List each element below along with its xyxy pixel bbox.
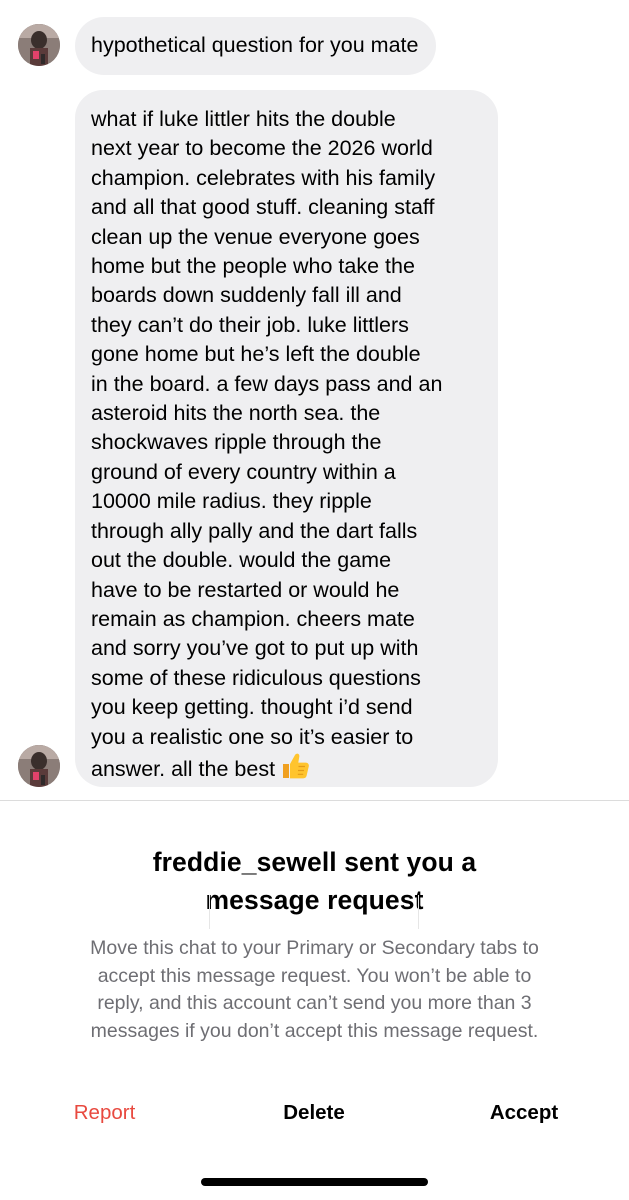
request-description: Move this chat to your Primary or Second… [40,935,589,1045]
message-bubble[interactable]: what if luke littler hits the double nex… [75,90,498,787]
message-line-text: answer. all the best [91,756,276,781]
message-line: shockwaves ripple through the [91,430,382,455]
home-indicator[interactable] [201,1178,428,1186]
message-line: next year to become the 2026 world [91,136,433,161]
message-request-panel: freddie_sewell sent you a message reques… [0,801,629,1200]
message-line: and sorry you’ve got to put up with [91,636,419,661]
message-line: they can’t do their job. luke littlers [91,312,409,337]
message-line: and all that good stuff. cleaning staff [91,195,435,220]
profile-photo-icon [18,745,60,787]
message-line: you keep getting. thought i’d send [91,695,413,720]
action-separator [418,895,419,929]
accept-button[interactable]: Accept [419,1091,629,1135]
message-line: 10000 mile radius. they ripple [91,489,372,514]
request-title: freddie_sewell sent you a message reques… [0,843,629,919]
profile-photo-icon [18,24,60,66]
message-line: home but the people who take the [91,254,415,279]
thumbs-up-icon [280,752,310,788]
message-line: have to be restarted or would he [91,577,400,602]
message-text: hypothetical question for you mate [91,33,419,57]
message-line: asteroid hits the north sea. the [91,401,381,426]
request-description-line: accept this message request. You won’t b… [97,964,532,987]
message-line: ground of every country within a [91,459,396,484]
sender-avatar[interactable] [18,24,60,66]
message-line: you a realistic one so it’s easier to [91,724,414,749]
report-button[interactable]: Report [0,1091,209,1135]
message-line: through ally pally and the dart falls [91,518,418,543]
message-line: in the board. a few days pass and an [91,371,443,396]
message-bubble[interactable]: hypothetical question for you mate [75,17,437,75]
message-line: clean up the venue everyone goes [91,224,420,249]
message-line: boards down suddenly fall ill and [91,283,402,308]
message-line: what if luke littler hits the double [91,107,396,131]
request-actions: Report Delete Accept [0,1091,629,1135]
request-description-line: messages if you don’t accept this messag… [90,1019,539,1042]
message-line: champion. celebrates with his family [91,165,436,190]
sender-avatar[interactable] [18,745,60,787]
request-title-line: message request [205,885,424,915]
message-line: remain as champion. cheers mate [91,606,415,631]
request-title-line: freddie_sewell sent you a [152,847,477,877]
action-separator [209,895,210,929]
delete-button[interactable]: Delete [210,1091,418,1135]
message-line: answer. all the best [91,752,484,788]
message-thread[interactable]: hypothetical question for you mate what … [0,0,629,800]
request-description-line: Move this chat to your Primary or Second… [90,937,539,959]
message-line: some of these ridiculous questions [91,665,421,690]
request-description-line: reply, and this account can’t send you m… [97,992,532,1015]
message-line: out the double. would the game [91,548,392,573]
message-line: gone home but he’s left the double [91,342,421,367]
